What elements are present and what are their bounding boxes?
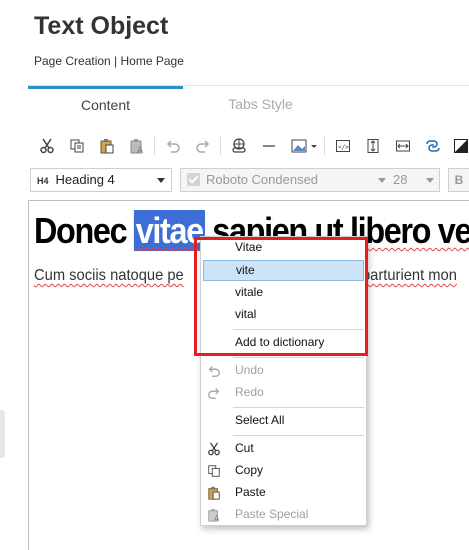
unlink-icon[interactable] [422,134,444,158]
paste-icon [206,485,222,501]
breadcrumb: Page Creation | Home Page [34,54,184,68]
heading-text-before: Donec [34,210,134,251]
horizontal-rule-icon[interactable] [258,134,280,158]
undo-icon [206,363,222,379]
paste-special-icon[interactable]: A [126,134,148,158]
paste-special-label: Paste Special [235,507,309,521]
chevron-down-icon [426,178,434,183]
chevron-down-icon [157,178,165,183]
page-title: Text Object [34,12,169,40]
checkbox-icon[interactable] [187,173,200,186]
copy-icon [206,463,222,479]
paste-special-item[interactable]: A Paste Special [201,504,366,525]
copy-item[interactable]: Copy [201,460,366,481]
menu-divider [233,357,364,358]
svg-text:A: A [214,514,220,522]
selected-misspelled-word[interactable]: vitae [133,210,205,251]
undo-label: Undo [235,363,264,377]
spelling-suggestion[interactable]: vital [201,304,366,325]
cut-icon [206,441,222,457]
font-family-value: Roboto Condensed [206,172,319,187]
undo-item[interactable]: Undo [201,360,366,381]
paragraph-text-start: Cum sociis natoque pe [34,267,184,284]
format-bar: H4 Heading 4 Roboto Condensed 28 B [30,168,469,192]
heading-tag: H4 [37,176,49,186]
cut-label: Cut [235,441,254,455]
horizontal-fit-icon[interactable] [392,134,414,158]
heading-select-value: Heading 4 [55,172,115,187]
paragraph-text[interactable]: Cum sociis natoque pe [34,267,184,285]
font-size-value[interactable]: 28 [393,169,407,191]
vertical-align-icon[interactable] [362,134,384,158]
bold-button[interactable]: B [448,168,469,192]
paste-item[interactable]: Paste [201,482,366,503]
menu-divider [233,329,364,330]
cut-item[interactable]: Cut [201,438,366,459]
spelling-suggestion[interactable]: Vitae [201,237,366,258]
font-family-select[interactable]: Roboto Condensed 28 [180,168,440,192]
redo-icon [206,385,222,401]
select-all-item[interactable]: Select All [201,410,366,431]
context-menu: Vitae vite vitale vital Add to dictionar… [200,236,367,526]
copy-label: Copy [235,463,264,477]
paste-label: Paste [235,485,266,499]
tab-content[interactable]: Content [28,86,183,122]
heading-select[interactable]: H4 Heading 4 [30,168,172,192]
tab-tabs-style[interactable]: Tabs Style [188,86,333,122]
svg-text:A: A [137,146,144,154]
source-code-icon[interactable]: </> [332,134,354,158]
add-to-dictionary-item[interactable]: Add to dictionary [201,332,366,353]
spelling-suggestion[interactable]: vitale [201,282,366,303]
side-panel-handle[interactable] [0,410,5,458]
copy-icon[interactable] [66,134,88,158]
tab-bar: Content Tabs Style [28,85,469,121]
spelling-suggestion[interactable]: vite [203,260,364,281]
menu-divider [233,435,364,436]
image-icon[interactable] [288,134,320,158]
paragraph-text-end: parturient mon [362,267,457,284]
cut-icon[interactable] [36,134,58,158]
redo-icon[interactable] [192,134,214,158]
paragraph-text-tail[interactable]: parturient mon [362,267,457,285]
link-icon[interactable] [228,134,250,158]
redo-label: Redo [235,385,264,399]
chevron-down-icon [378,178,386,183]
editor-toolbar: A </> [32,134,469,160]
undo-icon[interactable] [162,134,184,158]
redo-item[interactable]: Redo [201,382,366,403]
paste-special-icon: A [206,507,222,523]
fill-color-icon[interactable] [450,134,469,158]
paste-icon[interactable] [96,134,118,158]
menu-divider [233,407,364,408]
svg-text:</>: </> [338,144,349,151]
